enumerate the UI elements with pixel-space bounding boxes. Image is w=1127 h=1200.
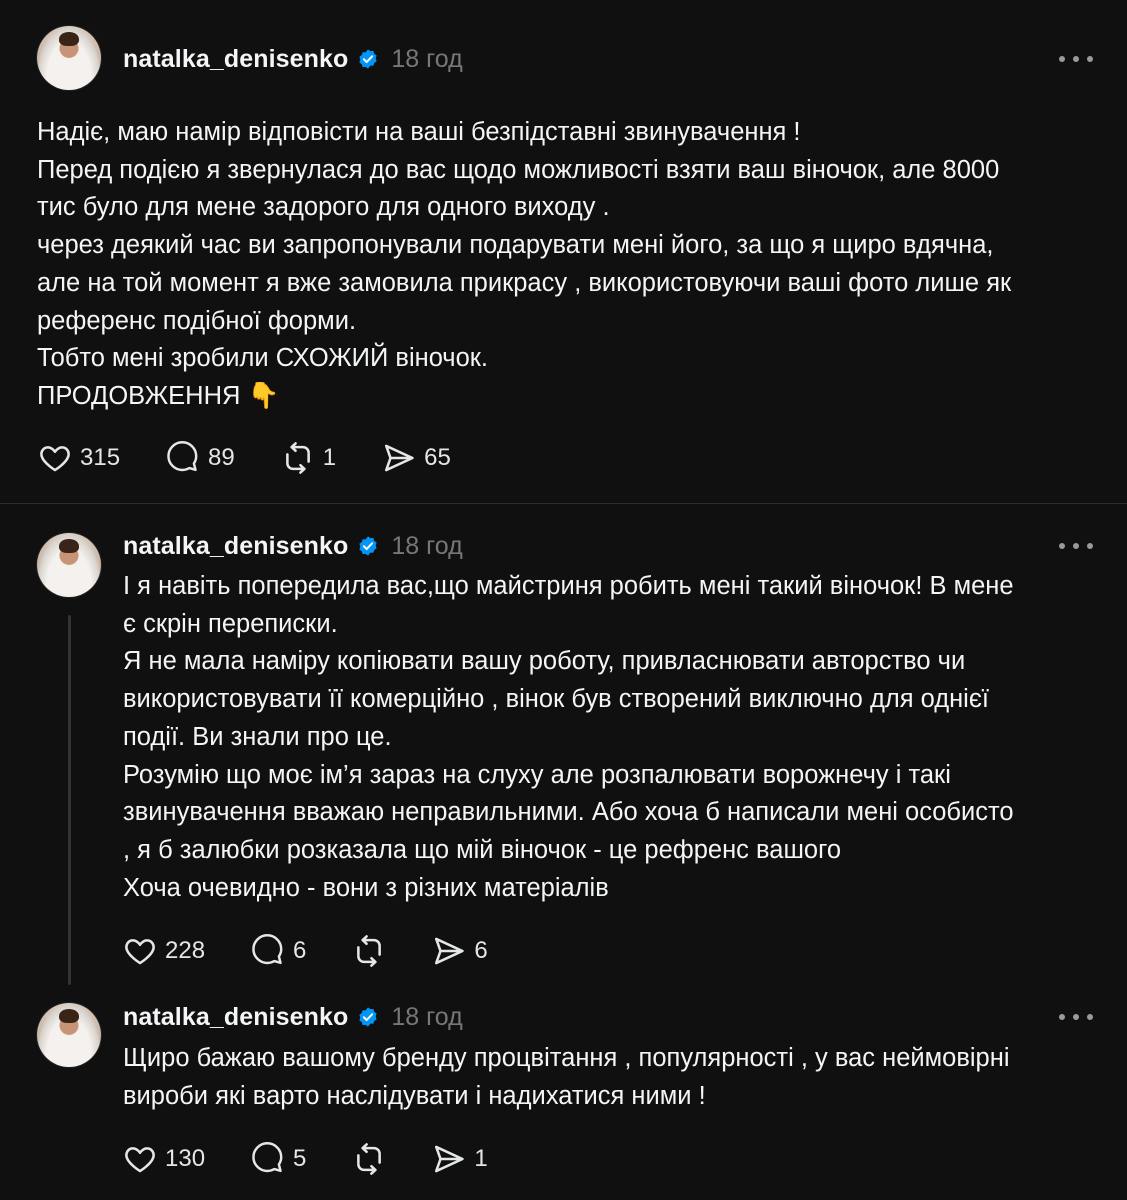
post-actions: 315 89 1 65: [38, 438, 497, 478]
like-button[interactable]: 228: [123, 934, 205, 968]
repost-button[interactable]: [352, 934, 386, 968]
more-options-icon[interactable]: [1059, 53, 1093, 65]
like-count: 228: [165, 937, 206, 964]
reply-button[interactable]: 6: [251, 934, 306, 968]
post-divider: [0, 503, 1127, 504]
post-text: Надіє, маю намір відповісти на ваші безп…: [37, 114, 1011, 416]
text-line: використовувати її комерційно , вінок бу…: [123, 685, 989, 714]
post-time: 18 год: [391, 44, 463, 73]
reply-count: 5: [293, 1145, 307, 1172]
share-button[interactable]: 65: [382, 441, 451, 475]
text-line: звинувачення вважаю неправильними. Або х…: [123, 798, 1014, 827]
post-actions: 130 5 1: [123, 1139, 534, 1179]
text-line: є скрін переписки.: [123, 609, 338, 638]
comment-bubble-icon: [252, 934, 283, 965]
verified-badge-icon: [357, 535, 379, 557]
post-actions: 228 6 6: [123, 931, 534, 971]
text-line: події. Ви знали про це.: [123, 722, 392, 751]
post-text: І я навіть попередила вас,що майстриня р…: [123, 568, 1014, 907]
verified-badge-icon: [357, 48, 379, 70]
share-button[interactable]: 1: [432, 1142, 488, 1176]
like-count: 130: [165, 1145, 206, 1172]
reply-count: 89: [208, 444, 235, 471]
more-options-icon[interactable]: [1059, 540, 1093, 552]
post-text: Щиро бажаю вашому бренду процвітання , п…: [123, 1040, 1010, 1115]
share-count: 6: [474, 937, 488, 964]
like-button[interactable]: 315: [38, 441, 120, 475]
reply-count: 6: [293, 937, 307, 964]
heart-icon: [125, 1147, 155, 1173]
repost-count: 1: [322, 444, 337, 471]
reply-button[interactable]: 89: [166, 441, 235, 475]
share-button[interactable]: 6: [432, 934, 488, 968]
share-count: 65: [424, 444, 451, 471]
text-line: ПРОДОВЖЕННЯ 👇: [37, 381, 280, 410]
like-count: 315: [80, 444, 121, 471]
send-icon: [385, 444, 414, 472]
repost-icon: [285, 442, 310, 474]
text-line: Щиро бажаю вашому бренду процвітання , п…: [123, 1044, 1010, 1072]
more-options-icon[interactable]: [1059, 1011, 1093, 1023]
post-header: natalka_denisenko 18 год: [123, 39, 463, 79]
post-time: 18 год: [391, 1002, 463, 1031]
username[interactable]: natalka_denisenko: [123, 1003, 348, 1032]
comment-bubble-icon: [167, 441, 198, 472]
avatar[interactable]: [37, 1003, 101, 1067]
post-header: natalka_denisenko 18 год: [123, 997, 463, 1037]
text-line: Надіє, маю намір відповісти на ваші безп…: [37, 118, 801, 146]
heart-icon: [40, 446, 70, 472]
text-line: референс подібної форми.: [37, 306, 357, 335]
avatar[interactable]: [37, 26, 101, 90]
text-line: Перед подією я звернулася до вас щодо мо…: [37, 155, 1000, 184]
username[interactable]: natalka_denisenko: [123, 532, 348, 561]
post-header: natalka_denisenko 18 год: [123, 526, 463, 566]
repost-icon: [357, 1143, 382, 1175]
text-line: Я не мала наміру копіювати вашу роботу, …: [123, 647, 966, 676]
repost-button[interactable]: [352, 1142, 386, 1176]
text-line: Тобто мені зробили СХОЖИЙ віночок.: [37, 344, 489, 373]
text-line: вироби які варто наслідувати і надихатис…: [123, 1081, 706, 1110]
text-line: , я б залюбки розказала що мій віночок -…: [123, 835, 842, 864]
share-count: 1: [474, 1145, 488, 1172]
heart-icon: [125, 939, 155, 965]
text-line: тис було для мене задорого для одного ви…: [37, 193, 610, 222]
post-time: 18 год: [391, 531, 463, 560]
avatar[interactable]: [37, 533, 101, 597]
username[interactable]: natalka_denisenko: [123, 45, 348, 74]
comment-bubble-icon: [252, 1142, 283, 1173]
reply-button[interactable]: 5: [251, 1142, 306, 1176]
text-line: але на той момент я вже замовила прикрас…: [37, 268, 1012, 297]
verified-badge-icon: [357, 1006, 379, 1028]
repost-button[interactable]: 1: [281, 441, 336, 475]
like-button[interactable]: 130: [123, 1142, 205, 1176]
text-line: Розумію що моє ім’я зараз на слуху але р…: [123, 760, 951, 789]
text-line: через деякий час ви запропонували подару…: [37, 231, 994, 260]
repost-icon: [357, 935, 382, 967]
send-icon: [435, 1145, 465, 1173]
text-line: Хоча очевидно - вони з різних матеріалів: [123, 873, 609, 902]
text-line: І я навіть попередила вас,що майстриня р…: [123, 572, 1014, 600]
send-icon: [435, 937, 465, 965]
thread-connector-line: [68, 615, 71, 985]
